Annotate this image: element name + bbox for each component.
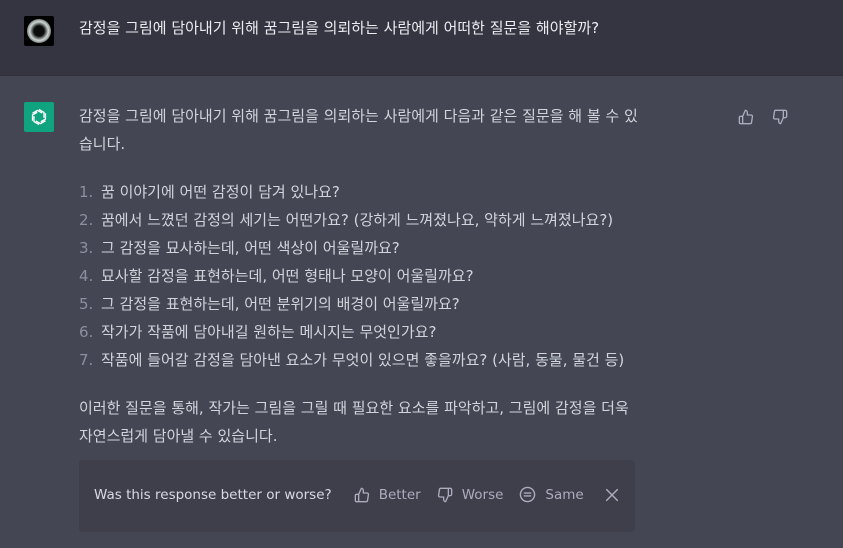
list-item: 1. 꿈 이야기에 어떤 감정이 담겨 있나요? xyxy=(79,178,729,206)
thumbs-up-button[interactable] xyxy=(735,106,757,128)
list-number: 6. xyxy=(79,323,94,341)
feedback-row: Was this response better or worse? Bette… xyxy=(94,486,620,503)
conclusion-line-2: 자연스럽게 담아낼 수 있습니다. xyxy=(79,427,278,445)
worse-button[interactable]: Worse xyxy=(437,486,504,503)
better-button[interactable]: Better xyxy=(354,487,421,503)
worse-label: Worse xyxy=(461,486,504,503)
assistant-message-row: 감정을 그림에 담아내기 위해 꿈그림을 의뢰하는 사람에게 다음과 같은 질문… xyxy=(0,76,843,548)
list-number: 2. xyxy=(79,211,94,229)
list-item-text: 꿈에서 느꼈던 감정의 세기는 어떤가요? (강하게 느껴졌나요, 약하게 느껴… xyxy=(101,211,614,229)
assistant-message-content: 감정을 그림에 담아내기 위해 꿈그림을 의뢰하는 사람에게 다음과 같은 질문… xyxy=(79,102,729,450)
list-item: 4. 묘사할 감정을 표현하는데, 어떤 형태나 모양이 어울릴까요? xyxy=(79,262,729,290)
conclusion-line-1: 이러한 질문을 통해, 작가는 그림을 그릴 때 필요한 요소를 파악하고, 그… xyxy=(79,399,629,417)
list-item: 6. 작가가 작품에 담아내길 원하는 메시지는 무엇인가요? xyxy=(79,318,729,346)
same-button[interactable]: Same xyxy=(519,486,584,503)
thumbs-up-icon xyxy=(738,109,754,125)
rating-buttons xyxy=(735,106,791,128)
thumbs-down-button[interactable] xyxy=(769,106,791,128)
thumbs-down-icon xyxy=(437,487,453,502)
list-item-text: 꿈 이야기에 어떤 감정이 담겨 있나요? xyxy=(101,183,340,201)
list-item: 7. 작품에 들어갈 감정을 담아낸 요소가 무엇이 있으면 좋을까요? (사람,… xyxy=(79,346,729,374)
intro-line-2: 습니다. xyxy=(79,135,126,153)
list-item-text: 작품에 들어갈 감정을 담아낸 요소가 무엇이 있으면 좋을까요? (사람, 동… xyxy=(101,351,625,369)
thumbs-down-icon xyxy=(772,109,788,125)
list-item-text: 묘사할 감정을 표현하는데, 어떤 형태나 모양이 어울릴까요? xyxy=(101,267,474,285)
list-number: 7. xyxy=(79,351,94,369)
feedback-panel: Was this response better or worse? Bette… xyxy=(79,460,635,532)
user-avatar xyxy=(24,16,54,46)
list-item-text: 그 감정을 표현하는데, 어떤 분위기의 배경이 어울릴까요? xyxy=(101,295,460,313)
list-item-text: 작가가 작품에 담아내길 원하는 메시지는 무엇인가요? xyxy=(101,323,437,341)
list-number: 1. xyxy=(79,183,94,201)
list-item: 5. 그 감정을 표현하는데, 어떤 분위기의 배경이 어울릴까요? xyxy=(79,290,729,318)
equal-circle-icon xyxy=(520,486,536,503)
list-number: 5. xyxy=(79,295,94,313)
close-feedback-button[interactable] xyxy=(604,487,620,503)
user-message-row: 감정을 그림에 담아내기 위해 꿈그림을 의뢰하는 사람에게 어떠한 질문을 해… xyxy=(0,0,843,76)
thumbs-up-icon xyxy=(354,487,369,502)
intro-line-1: 감정을 그림에 담아내기 위해 꿈그림을 의뢰하는 사람에게 다음과 같은 질문… xyxy=(79,107,638,125)
list-number: 4. xyxy=(79,267,94,285)
feedback-question: Was this response better or worse? xyxy=(94,486,332,503)
assistant-avatar xyxy=(24,102,54,132)
avatar-orb-image xyxy=(27,19,51,43)
conclusion-paragraph: 이러한 질문을 통해, 작가는 그림을 그릴 때 필요한 요소를 파악하고, 그… xyxy=(79,394,729,450)
list-item: 3. 그 감정을 묘사하는데, 어떤 색상이 어울릴까요? xyxy=(79,234,729,262)
same-label: Same xyxy=(545,486,584,503)
list-item: 2. 꿈에서 느꼈던 감정의 세기는 어떤가요? (강하게 느껴졌나요, 약하게 … xyxy=(79,206,729,234)
question-list: 1. 꿈 이야기에 어떤 감정이 담겨 있나요? 2. 꿈에서 느꼈던 감정의 세기… xyxy=(79,178,729,374)
list-number: 3. xyxy=(79,239,94,257)
list-item-text: 그 감정을 묘사하는데, 어떤 색상이 어울릴까요? xyxy=(101,239,400,257)
intro-paragraph: 감정을 그림에 담아내기 위해 꿈그림을 의뢰하는 사람에게 다음과 같은 질문… xyxy=(79,102,729,158)
openai-logo-icon xyxy=(31,108,47,126)
close-icon xyxy=(605,488,618,501)
user-message-text: 감정을 그림에 담아내기 위해 꿈그림을 의뢰하는 사람에게 어떠한 질문을 해… xyxy=(79,19,600,37)
better-label: Better xyxy=(378,486,421,503)
